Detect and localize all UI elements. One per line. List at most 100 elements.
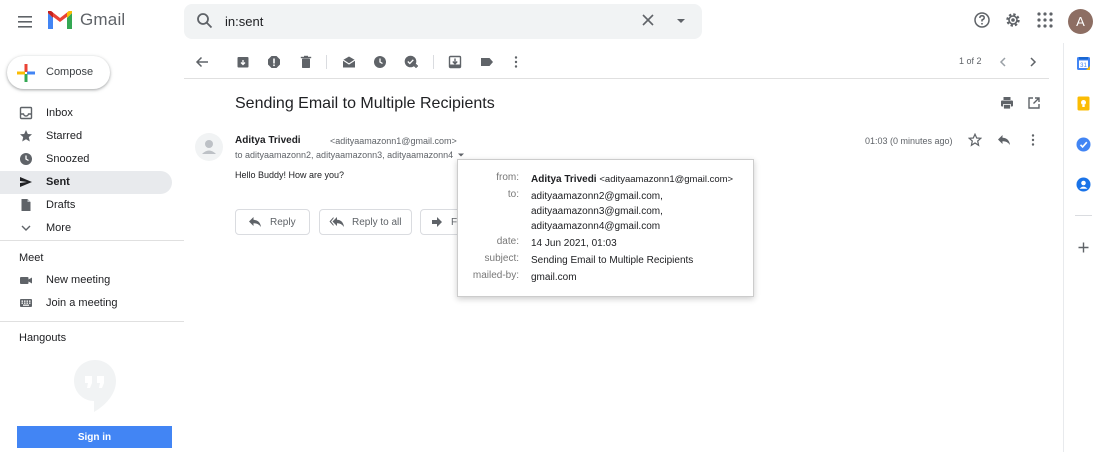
- message-more-vert-icon[interactable]: [1026, 133, 1040, 147]
- sidebar-item-drafts[interactable]: Drafts: [0, 194, 172, 217]
- keyboard-icon: [19, 296, 33, 310]
- add-addon-plus-icon[interactable]: [1077, 241, 1090, 254]
- star-icon: [19, 129, 33, 143]
- contacts-icon[interactable]: [1076, 177, 1091, 192]
- app-name: Gmail: [80, 10, 126, 29]
- gmail-logo[interactable]: Gmail: [46, 9, 125, 31]
- email-subject: Sending Email to Multiple Recipients: [235, 95, 495, 112]
- sidebar-item-label: Sent: [46, 176, 70, 188]
- toolbar-divider: [433, 55, 434, 69]
- recipients-line: to adityaamazonn2, adityaamazonn3, adity…: [235, 150, 454, 160]
- send-icon: [19, 175, 33, 189]
- keep-notes-icon[interactable]: [1076, 96, 1091, 111]
- compose-button[interactable]: Compose: [7, 56, 110, 89]
- reply-icon: [248, 216, 262, 228]
- reply-label: Reply: [270, 216, 296, 228]
- calendar-icon[interactable]: 31: [1076, 56, 1091, 71]
- apps-grid-icon[interactable]: [1036, 11, 1054, 29]
- compose-label: Compose: [46, 66, 94, 78]
- side-panel-separator: [1075, 215, 1092, 216]
- toolbar-divider: [326, 55, 327, 69]
- more-vert-icon[interactable]: [509, 55, 523, 69]
- details-to-address: adityaamazonn3@gmail.com,: [531, 206, 663, 217]
- sender-name: Aditya Trivedi: [235, 135, 301, 146]
- snooze-clock-icon[interactable]: [373, 55, 387, 69]
- svg-text:31: 31: [1080, 63, 1087, 69]
- chevron-right-icon[interactable]: [1027, 55, 1039, 69]
- hangouts-logo-icon: [73, 359, 117, 413]
- sidebar-item-join-meeting[interactable]: Join a meeting: [0, 292, 172, 315]
- meet-section-title: Meet: [19, 252, 44, 264]
- message-details-popup: from: Aditya Trivedi <adityaamazonn1@gma…: [457, 159, 754, 297]
- chevron-left-icon[interactable]: [997, 55, 1009, 69]
- details-to-list: adityaamazonn2@gmail.com, adityaamazonn3…: [531, 189, 663, 234]
- sidebar-item-snoozed[interactable]: Snoozed: [0, 148, 172, 171]
- reply-all-button[interactable]: Reply to all: [319, 209, 412, 235]
- search-bar[interactable]: in:sent: [184, 4, 702, 39]
- open-in-new-window-icon[interactable]: [1027, 96, 1041, 110]
- video-icon: [19, 273, 33, 287]
- toolbar-bottom-divider: [184, 78, 1049, 79]
- details-to-address: adityaamazonn4@gmail.com: [531, 221, 661, 232]
- details-value: gmail.com: [531, 272, 577, 283]
- tasks-icon[interactable]: [1076, 137, 1091, 152]
- help-icon[interactable]: [973, 11, 991, 29]
- plus-icon: [16, 63, 36, 83]
- report-spam-icon[interactable]: [267, 55, 281, 69]
- message-timestamp: 01:03 (0 minutes ago): [865, 136, 953, 146]
- add-to-tasks-icon[interactable]: [404, 55, 420, 69]
- sidebar-item-more[interactable]: More: [0, 217, 172, 240]
- sidebar-item-starred[interactable]: Starred: [0, 125, 172, 148]
- details-key: to:: [507, 189, 519, 200]
- main-menu-icon[interactable]: [16, 12, 36, 32]
- close-icon[interactable]: [641, 13, 655, 27]
- details-from-email: <adityaamazonn1@gmail.com>: [599, 174, 734, 185]
- sidebar-divider: [0, 240, 184, 241]
- hangouts-section-title: Hangouts: [19, 332, 67, 344]
- details-to-address: adityaamazonn2@gmail.com,: [531, 191, 663, 202]
- draft-icon: [19, 198, 33, 212]
- search-input[interactable]: in:sent: [225, 14, 263, 29]
- sender-email: <adityaamazonn1@gmail.com>: [330, 136, 457, 146]
- side-panel-divider: [1063, 43, 1064, 452]
- search-options-caret-icon[interactable]: [675, 15, 687, 27]
- reply-arrow-icon[interactable]: [997, 134, 1011, 146]
- gmail-m-icon: [48, 11, 72, 29]
- label-tag-icon[interactable]: [480, 55, 494, 69]
- details-key: mailed-by:: [472, 270, 519, 281]
- sidebar-item-inbox[interactable]: Inbox: [0, 102, 172, 125]
- delete-trash-icon[interactable]: [299, 55, 313, 69]
- reply-all-icon: [329, 216, 345, 228]
- sidebar-item-label: New meeting: [46, 274, 111, 286]
- sidebar-item-label: Inbox: [46, 107, 73, 119]
- account-avatar[interactable]: A: [1068, 9, 1093, 34]
- details-value: Aditya Trivedi <adityaamazonn1@gmail.com…: [531, 172, 733, 187]
- sidebar-item-label: Join a meeting: [46, 297, 118, 309]
- sidebar-item-sent[interactable]: Sent: [0, 171, 172, 194]
- sidebar-divider: [0, 321, 184, 322]
- pagination-text: 1 of 2: [959, 56, 982, 66]
- print-icon[interactable]: [1000, 96, 1014, 110]
- details-from-name: Aditya Trivedi: [531, 174, 597, 185]
- reply-all-label: Reply to all: [352, 216, 402, 228]
- sender-avatar[interactable]: [195, 133, 223, 161]
- sidebar-item-label: Snoozed: [46, 153, 90, 165]
- details-value: 14 Jun 2021, 01:03: [531, 238, 617, 249]
- search-icon[interactable]: [196, 12, 214, 30]
- show-details-caret-icon[interactable]: [457, 151, 465, 159]
- forward-icon: [431, 216, 443, 228]
- sidebar-item-label: Drafts: [46, 199, 76, 211]
- settings-gear-icon[interactable]: [1004, 11, 1022, 29]
- chevron-down-icon: [19, 221, 33, 235]
- move-to-icon[interactable]: [448, 55, 462, 69]
- back-arrow-icon[interactable]: [195, 55, 209, 69]
- reply-button[interactable]: Reply: [235, 209, 310, 235]
- clock-icon: [19, 152, 33, 166]
- mark-unread-icon[interactable]: [342, 55, 356, 69]
- sidebar-item-new-meeting[interactable]: New meeting: [0, 269, 172, 292]
- star-outline-icon[interactable]: [968, 133, 982, 147]
- archive-icon[interactable]: [236, 55, 250, 69]
- hangouts-sign-in-button[interactable]: Sign in: [17, 426, 172, 448]
- details-key: subject:: [484, 253, 519, 264]
- details-key: date:: [496, 236, 519, 247]
